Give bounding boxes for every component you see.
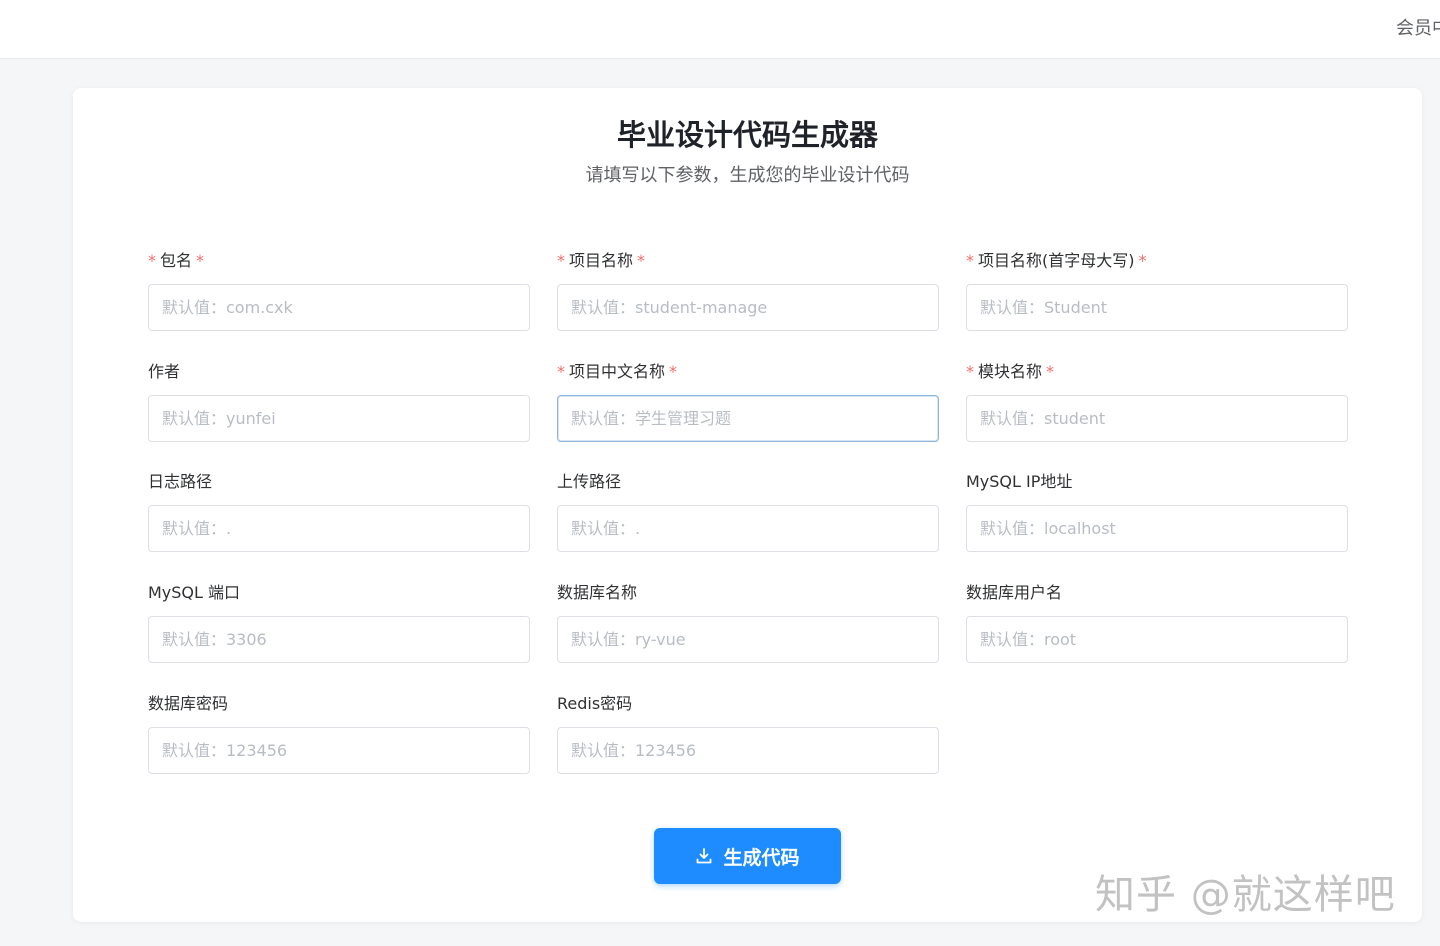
field-mysql-port: MySQL 端口	[148, 582, 530, 663]
watermark: 知乎 @就这样吧	[1095, 872, 1396, 918]
module-name-input[interactable]	[966, 395, 1348, 442]
field-database-name: 数据库名称	[557, 582, 939, 663]
mysql-port-input[interactable]	[148, 616, 530, 663]
user-center-link[interactable]: 会员中	[1396, 14, 1440, 40]
field-upload-path: 上传路径	[557, 471, 939, 552]
field-label: 日志路径	[148, 472, 213, 491]
field-label: 数据库名称	[557, 583, 638, 602]
field-label: 数据库密码	[148, 694, 229, 713]
mysql-ip-input[interactable]	[966, 505, 1348, 552]
field-project-name-capitalized: * 项目名称(首字母大写) *	[966, 250, 1348, 331]
required-mark: *	[557, 251, 565, 270]
database-username-input[interactable]	[966, 616, 1348, 663]
generate-code-label: 生成代码	[723, 846, 800, 869]
redis-password-input[interactable]	[557, 727, 939, 774]
project-name-input[interactable]	[557, 284, 939, 331]
required-mark: *	[966, 251, 974, 270]
field-module-name: * 模块名称 *	[966, 361, 1348, 442]
field-mysql-ip: MySQL IP地址	[966, 471, 1348, 552]
field-label: 数据库用户名	[966, 583, 1063, 602]
field-label: * 项目名称(首字母大写) *	[966, 251, 1147, 270]
project-chinese-name-input[interactable]	[557, 395, 939, 442]
field-label: * 模块名称 *	[966, 362, 1055, 381]
field-database-password: 数据库密码	[148, 693, 530, 774]
required-mark: *	[637, 251, 646, 270]
page-subtitle: 请填写以下参数，生成您的毕业设计代码	[585, 165, 910, 186]
field-label: MySQL 端口	[148, 583, 241, 602]
required-mark: *	[966, 362, 974, 381]
required-mark: *	[1046, 362, 1055, 381]
field-database-username: 数据库用户名	[966, 582, 1348, 663]
field-label: * 包名 *	[148, 251, 205, 270]
required-mark: *	[196, 251, 205, 270]
field-package-name: * 包名 *	[148, 250, 530, 331]
page-title: 毕业设计代码生成器	[616, 118, 878, 152]
field-label: 上传路径	[557, 472, 622, 491]
upload-path-input[interactable]	[557, 505, 939, 552]
field-log-path: 日志路径	[148, 471, 530, 552]
project-name-capitalized-input[interactable]	[966, 284, 1348, 331]
top-bar: 会员中	[0, 0, 1440, 59]
required-mark: *	[148, 251, 156, 270]
field-label: * 项目中文名称 *	[557, 362, 678, 381]
database-password-input[interactable]	[148, 727, 530, 774]
required-mark: *	[557, 362, 565, 381]
required-mark: *	[1138, 251, 1147, 270]
required-mark: *	[669, 362, 678, 381]
download-icon	[697, 848, 712, 864]
field-redis-password: Redis密码	[557, 693, 939, 774]
field-author: 作者	[148, 361, 530, 442]
field-label: 作者	[148, 362, 181, 381]
author-input[interactable]	[148, 395, 530, 442]
field-label: MySQL IP地址	[966, 472, 1073, 491]
package-name-input[interactable]	[148, 284, 530, 331]
field-label: Redis密码	[557, 694, 633, 713]
database-name-input[interactable]	[557, 616, 939, 663]
generate-code-button[interactable]: 生成代码	[654, 828, 841, 884]
log-path-input[interactable]	[148, 505, 530, 552]
field-project-chinese-name: * 项目中文名称 *	[557, 361, 939, 442]
field-project-name: * 项目名称 *	[557, 250, 939, 331]
field-label: * 项目名称 *	[557, 251, 646, 270]
